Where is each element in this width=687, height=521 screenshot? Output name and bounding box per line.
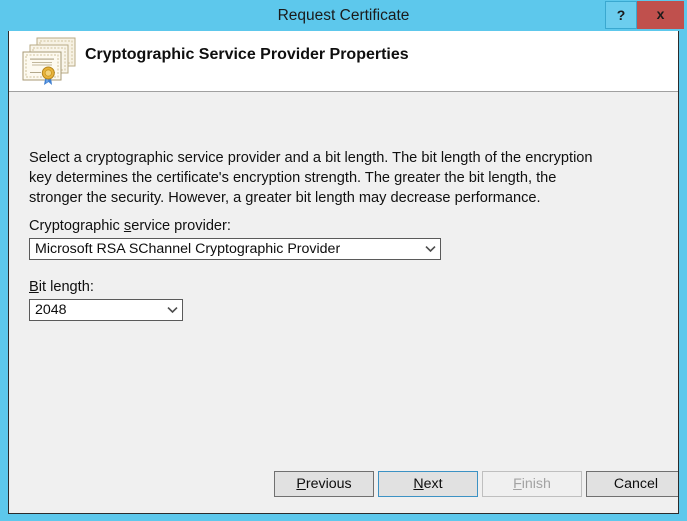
previous-button-label: revious <box>306 476 352 492</box>
next-button-label: ext <box>424 476 443 492</box>
bit-length-label-accel: B <box>29 279 39 295</box>
dialog-content: Select a cryptographic service provider … <box>9 92 678 513</box>
bit-length-label: Bit length: <box>29 279 94 295</box>
csp-label: Cryptographic service provider: <box>29 218 231 234</box>
window-body: Cryptographic Service Provider Propertie… <box>8 31 679 514</box>
finish-button-label: inish <box>522 476 551 492</box>
csp-label-part1: Cryptographic <box>29 218 124 234</box>
next-button-accel: N <box>413 476 423 492</box>
page-title: Cryptographic Service Provider Propertie… <box>85 46 409 64</box>
chevron-down-icon[interactable] <box>162 300 182 320</box>
cancel-button-label: Cancel <box>614 476 658 492</box>
bit-length-label-rest: it length: <box>39 279 94 295</box>
title-bar[interactable]: Request Certificate ? x <box>0 0 687 31</box>
dialog-header: Cryptographic Service Provider Propertie… <box>9 31 678 92</box>
bit-length-dropdown[interactable]: 2048 <box>29 299 183 321</box>
request-certificate-dialog: Request Certificate ? x <box>0 0 687 521</box>
window-title: Request Certificate <box>0 0 687 31</box>
button-row: Previous Next Finish Cancel <box>9 457 678 513</box>
csp-selected-value: Microsoft RSA SChannel Cryptographic Pro… <box>35 239 418 259</box>
finish-button: Finish <box>482 471 582 497</box>
finish-button-accel: F <box>513 476 522 492</box>
bit-length-selected-value: 2048 <box>35 300 160 320</box>
cancel-button[interactable]: Cancel <box>586 471 679 497</box>
help-button[interactable]: ? <box>605 1 637 29</box>
previous-button-accel: P <box>296 476 305 492</box>
chevron-down-icon[interactable] <box>420 239 440 259</box>
next-button[interactable]: Next <box>378 471 478 497</box>
csp-dropdown[interactable]: Microsoft RSA SChannel Cryptographic Pro… <box>29 238 441 260</box>
close-button[interactable]: x <box>637 1 684 29</box>
certificate-stack-icon <box>19 34 79 88</box>
description-text: Select a cryptographic service provider … <box>29 148 604 208</box>
previous-button[interactable]: Previous <box>274 471 374 497</box>
csp-label-part2: ervice provider: <box>131 218 231 234</box>
